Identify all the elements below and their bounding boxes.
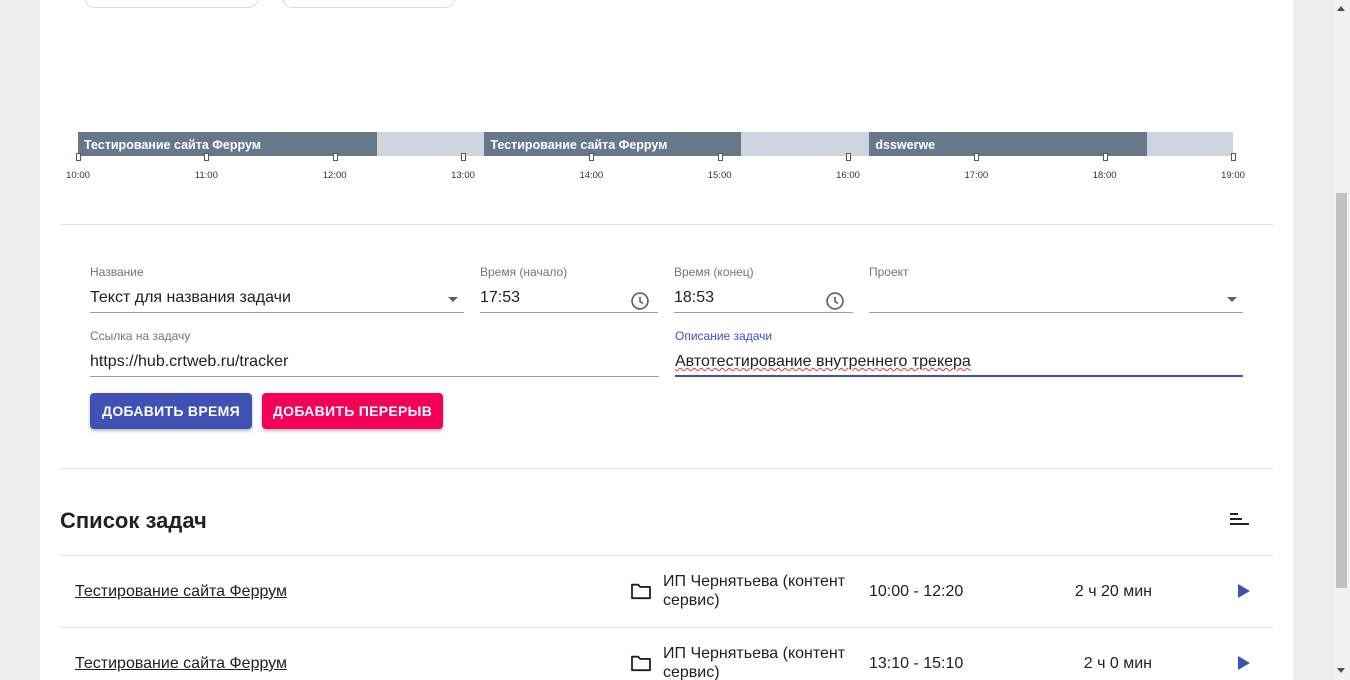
task-row: Тестирование сайта Феррум ИП Чернятьева … xyxy=(60,555,1273,627)
end-time-value: 18:53 xyxy=(674,289,715,306)
clock-icon[interactable] xyxy=(630,291,650,311)
project-label: Проект xyxy=(869,265,909,279)
dropdown-arrow-icon[interactable] xyxy=(448,297,458,302)
task-project: ИП Чернятьева (контент сервис) xyxy=(663,645,846,680)
timeline-tick-label: 17:00 xyxy=(964,170,989,181)
task-link-value: https://hub.crtweb.ru/tracker xyxy=(90,353,289,370)
scroll-down-arrow-icon[interactable] xyxy=(1337,668,1345,673)
timeline-tick xyxy=(1231,153,1236,161)
add-break-button[interactable]: ДОБАВИТЬ ПЕРЕРЫВ xyxy=(262,393,443,429)
timeline: Тестирование сайта Феррум Тестирование са… xyxy=(66,132,1245,192)
timeline-tick xyxy=(717,153,723,161)
task-duration: 2 ч 0 мин xyxy=(1083,655,1152,672)
scroll-up-arrow-icon[interactable] xyxy=(1337,6,1345,11)
dropdown-arrow-icon[interactable] xyxy=(1227,297,1237,302)
timeline-tick-label: 13:00 xyxy=(451,170,475,181)
timeline-tick-label: 10:00 xyxy=(66,170,90,181)
task-description-value: Автотестирование внутреннего трекера xyxy=(675,353,971,370)
task-row: Тестирование сайта Феррум ИП Чернятьева … xyxy=(60,627,1273,680)
task-time-range: 10:00 - 12:20 xyxy=(869,583,964,600)
play-icon[interactable] xyxy=(1237,583,1251,599)
timeline-tick xyxy=(1102,153,1108,161)
timeline-tick-label: 15:00 xyxy=(707,170,732,181)
end-time-label: Время (конец) xyxy=(674,265,754,279)
sort-icon[interactable] xyxy=(1230,512,1250,528)
timeline-tick xyxy=(974,153,980,161)
task-duration: 2 ч 20 мин xyxy=(1074,583,1152,600)
timeline-tick-label: 19:00 xyxy=(1221,170,1245,181)
task-time-range: 13:10 - 15:10 xyxy=(869,655,964,672)
timeline-tick-label: 16:00 xyxy=(836,170,860,181)
folder-icon xyxy=(631,655,651,672)
task-project: ИП Чернятьева (контент сервис) xyxy=(663,573,846,609)
timeline-tick xyxy=(589,153,595,161)
task-link[interactable]: Тестирование сайта Феррум xyxy=(75,583,287,601)
task-list-title: Список задач xyxy=(60,508,207,533)
scroll-thumb[interactable] xyxy=(1336,193,1347,588)
timeline-tick xyxy=(461,153,466,161)
task-link-field[interactable]: Ссылка на задачу https://hub.crtweb.ru/t… xyxy=(90,329,659,377)
start-time-label: Время (начало) xyxy=(480,265,568,279)
timeline-tick xyxy=(76,153,81,161)
task-name-select[interactable]: Название Текст для названия задачи xyxy=(90,265,464,313)
task-link[interactable]: Тестирование сайта Феррум xyxy=(75,655,287,673)
add-time-button[interactable]: ДОБАВИТЬ ВРЕМЯ xyxy=(90,393,252,429)
play-icon[interactable] xyxy=(1237,655,1251,671)
start-time-value: 17:53 xyxy=(480,289,521,306)
timeline-tick-label: 12:00 xyxy=(322,170,347,181)
top-filter-chip[interactable] xyxy=(84,0,259,8)
timeline-tick-label: 18:00 xyxy=(1092,170,1117,181)
timeline-tick xyxy=(332,153,338,161)
page-scrollbar[interactable] xyxy=(1333,0,1350,680)
main-card: Тестирование сайта Феррум Тестирование са… xyxy=(40,0,1293,680)
start-time-field[interactable]: Время (начало) 17:53 xyxy=(480,265,658,313)
task-description-field[interactable]: Описание задачи Автотестирование внутрен… xyxy=(675,329,1243,377)
timeline-tick-label: 11:00 xyxy=(194,170,218,181)
divider xyxy=(60,224,1273,225)
task-name-label: Название xyxy=(90,265,144,279)
top-filter-chip[interactable] xyxy=(282,0,456,8)
project-select[interactable]: Проект xyxy=(869,265,1243,313)
timeline-segment[interactable]: Тестирование сайта Феррум xyxy=(484,132,742,156)
task-description-label: Описание задачи xyxy=(675,329,773,343)
task-link-label: Ссылка на задачу xyxy=(90,329,191,343)
timeline-tick-label: 14:00 xyxy=(579,170,604,181)
folder-icon xyxy=(631,583,651,600)
task-name-value: Текст для названия задачи xyxy=(90,289,291,306)
timeline-tick xyxy=(846,153,851,161)
divider xyxy=(60,468,1273,469)
clock-icon[interactable] xyxy=(825,291,845,311)
timeline-tick xyxy=(204,153,210,161)
end-time-field[interactable]: Время (конец) 18:53 xyxy=(674,265,853,313)
